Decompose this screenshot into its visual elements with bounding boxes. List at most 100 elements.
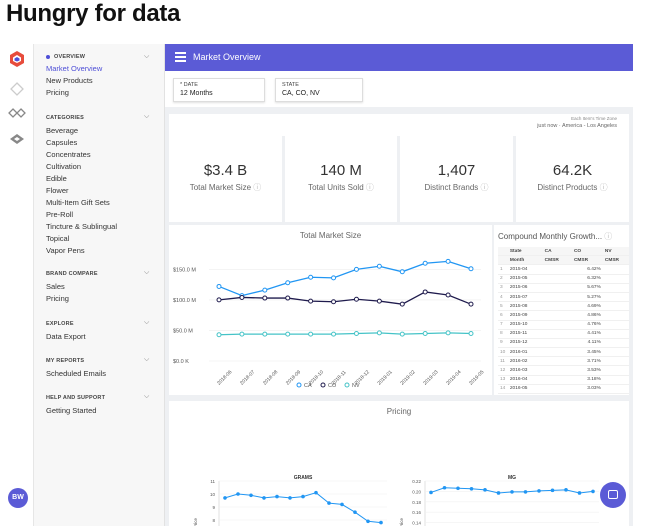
sidebar-item-scheduled-emails[interactable]: Scheduled Emails — [46, 369, 106, 378]
data-point — [537, 489, 541, 493]
sidebar-item-cultivation[interactable]: Cultivation — [46, 162, 81, 171]
table-cell: 3.03% — [571, 384, 603, 395]
sidebar-item-sales[interactable]: Sales — [46, 282, 65, 291]
data-point — [564, 488, 568, 492]
data-point — [331, 331, 337, 337]
nav-section-brand-compare[interactable]: BRAND COMPARE — [46, 271, 98, 277]
data-point — [591, 489, 595, 494]
table-row: 10 2016-01 3.45% — [498, 347, 629, 358]
state-filter[interactable]: STATE CA, CO, NV — [275, 78, 363, 102]
chevron-down-icon[interactable]: ⌵ — [144, 393, 149, 401]
table-cell: 2016-03 — [507, 365, 543, 376]
table-cell: 8 — [498, 329, 508, 339]
data-point — [442, 485, 447, 490]
chat-button[interactable] — [600, 482, 626, 508]
chevron-down-icon[interactable]: ⌵ — [144, 53, 149, 61]
info-icon: ⓘ — [253, 183, 262, 192]
data-point — [262, 287, 268, 293]
sidebar-item-gift-sets[interactable]: Multi-Item Gift Sets — [46, 198, 110, 207]
user-avatar[interactable]: BW — [8, 488, 28, 508]
table-cell: 2 — [498, 274, 508, 284]
sidebar-item-pre-roll[interactable]: Pre-Roll — [46, 210, 73, 219]
x-tick-label: 2019-04 — [445, 369, 462, 386]
table-cell: 2015-11 — [507, 329, 543, 339]
x-tick-label: 2019-02 — [399, 369, 416, 386]
col-co[interactable]: CO — [571, 247, 603, 257]
table-cell — [602, 292, 629, 303]
sidebar-item-market-overview[interactable]: Market Overview — [46, 64, 102, 73]
sidebar-item-vapor-pens[interactable]: Vapor Pens — [46, 246, 85, 255]
chevron-down-icon[interactable]: ⌵ — [144, 113, 149, 121]
table-cell: 2015-10 — [507, 320, 543, 330]
y-axis-label: Q Price — [193, 517, 198, 526]
sidebar-item-tincture[interactable]: Tincture & Sublingual — [46, 222, 117, 231]
sidebar-item-topical[interactable]: Topical — [46, 234, 69, 243]
table-cell — [542, 347, 572, 358]
table-cell — [542, 329, 572, 339]
sidebar-item-flower[interactable]: Flower — [46, 186, 69, 195]
chevron-down-icon[interactable]: ⌵ — [144, 269, 149, 277]
chevron-down-icon[interactable]: ⌵ — [144, 319, 149, 327]
table-cell — [602, 301, 629, 312]
col-month[interactable]: Month — [507, 255, 543, 266]
chevron-down-icon[interactable]: ⌵ — [144, 356, 149, 364]
data-point — [285, 331, 291, 337]
sidebar-item-getting-started[interactable]: Getting Started — [46, 406, 96, 415]
table-cell — [542, 264, 572, 275]
table-cell — [602, 347, 629, 358]
data-point — [445, 258, 451, 264]
y-tick-label: 0.16 — [412, 510, 421, 515]
info-icon: ⓘ — [604, 232, 613, 241]
data-point — [308, 274, 314, 280]
table-cell — [602, 393, 629, 395]
sidebar-item-new-products[interactable]: New Products — [46, 76, 93, 85]
col-ca[interactable]: CA — [542, 247, 572, 257]
data-point — [285, 295, 291, 301]
sidebar-item-brand-pricing[interactable]: Pricing — [46, 294, 69, 303]
table-cell: 2016-02 — [507, 356, 543, 367]
explore-icon[interactable] — [8, 130, 26, 148]
table-cell: 2016-01 — [507, 347, 543, 358]
col-state[interactable]: State — [507, 247, 543, 257]
data-point — [288, 496, 292, 500]
sidebar-item-edible[interactable]: Edible — [46, 174, 67, 183]
table-cell — [542, 393, 572, 395]
data-point — [469, 487, 474, 491]
sidebar-item-concentrates[interactable]: Concentrates — [46, 150, 91, 159]
date-filter[interactable]: * DATE 12 Months — [173, 78, 265, 102]
nav-section-help[interactable]: HELP AND SUPPORT — [46, 395, 105, 401]
top-bar: Market Overview — [165, 44, 633, 71]
nav-section-my-reports[interactable]: MY REPORTS — [46, 358, 84, 364]
table-cell — [542, 375, 572, 385]
compare-icon[interactable] — [8, 104, 26, 122]
nav-section-categories[interactable]: CATEGORIES — [46, 115, 84, 121]
data-point — [445, 330, 451, 336]
sidebar-item-data-export[interactable]: Data Export — [46, 332, 86, 341]
dashboard-title: Market Overview — [193, 52, 261, 62]
table-cell — [542, 384, 572, 395]
total-market-size-chart: $150.0 M $100.0 M $50.0 M $0.0 K 2018-06 2018… — [173, 258, 486, 389]
table-cell — [602, 356, 629, 367]
timezone-value[interactable]: just now · America - Los Angeles — [537, 123, 617, 129]
data-point — [239, 294, 245, 300]
legend-label: NV — [352, 383, 360, 389]
nav-section-overview[interactable]: OVERVIEW — [46, 54, 85, 60]
nav-section-explore[interactable]: EXPLORE — [46, 321, 74, 327]
sidebar-item-capsules[interactable]: Capsules — [46, 138, 77, 147]
table-cell: 13 — [498, 375, 508, 385]
brand-logo-icon[interactable] — [8, 50, 26, 68]
table-cell — [602, 329, 629, 339]
menu-icon[interactable] — [175, 52, 186, 62]
kpi-value: $3.4 B — [203, 162, 248, 179]
sidebar-item-beverage[interactable]: Beverage — [46, 126, 78, 135]
data-point — [577, 491, 582, 495]
table-row: 11 2016-02 3.71% — [498, 356, 629, 367]
col-nv[interactable]: NV — [602, 247, 629, 257]
data-point — [331, 275, 337, 281]
series-line-co — [218, 291, 472, 305]
table-cell: 5 — [498, 301, 508, 312]
sidebar-item-pricing[interactable]: Pricing — [46, 88, 69, 97]
cmg-card: Compound Monthly Growth... ⓘ State CA CO… — [494, 225, 629, 395]
diamond-icon[interactable] — [8, 80, 26, 98]
kpi-label: Distinct Brands ⓘ — [424, 183, 489, 192]
